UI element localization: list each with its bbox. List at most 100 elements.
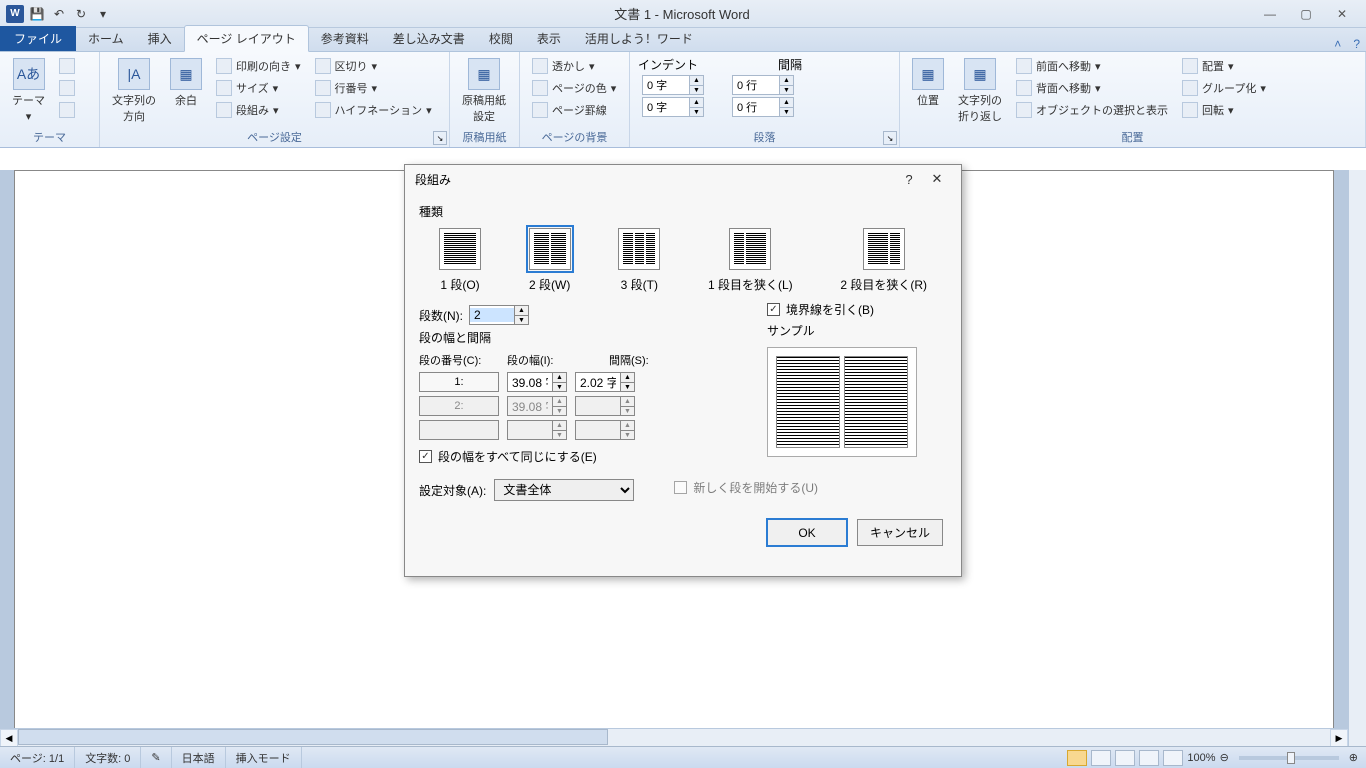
margins-button[interactable]: ▦ 余白 [166,56,206,110]
themes-button[interactable]: Aあ テーマ ▾ [8,56,49,125]
vertical-scrollbar[interactable] [1348,170,1366,746]
spin-down-icon[interactable]: ▼ [620,382,634,391]
hyphenation-button[interactable]: ハイフネーション ▾ [311,100,436,120]
line-numbers-button[interactable]: 行番号 ▾ [311,78,436,98]
ribbon-minimize-icon[interactable]: ˄ [1328,37,1347,51]
ok-button[interactable]: OK [767,519,847,546]
preset-three[interactable]: 3 段(T) [618,228,660,293]
spin-down-icon[interactable]: ▼ [779,107,793,116]
help-icon[interactable]: ? [1347,37,1366,51]
equal-width-checkbox[interactable]: ✓ 段の幅をすべて同じにする(E) [419,448,727,465]
cancel-button[interactable]: キャンセル [857,519,943,546]
status-language[interactable]: 日本語 [172,747,226,768]
spin-down-icon[interactable]: ▼ [779,85,793,94]
dialog-close-button[interactable]: ✕ [923,171,951,187]
indent-left-input[interactable]: ▲▼ [642,75,704,95]
preset-one[interactable]: 1 段(O) [439,228,481,293]
spin-up-icon[interactable]: ▲ [620,373,634,382]
row1-spacing-input[interactable]: ▲▼ [575,372,635,392]
spin-up-icon[interactable]: ▲ [552,373,566,382]
spin-up-icon[interactable]: ▲ [779,98,793,107]
columns-button[interactable]: 段組み ▾ [212,100,305,120]
apply-to-select[interactable]: 文書全体 [494,479,634,501]
status-proofing[interactable]: ✎ [141,747,171,768]
group-button[interactable]: グループ化 ▾ [1178,78,1270,98]
zoom-slider[interactable] [1239,756,1339,760]
spin-down-icon[interactable]: ▼ [552,382,566,391]
tab-insert[interactable]: 挿入 [136,26,184,51]
file-tab[interactable]: ファイル [0,26,76,51]
tab-mailings[interactable]: 差し込み文書 [381,26,477,51]
spacing-after-input[interactable]: ▲▼ [732,97,794,117]
indent-right-input[interactable]: ▲▼ [642,97,704,117]
view-web-layout-button[interactable] [1115,750,1135,766]
rotate-button[interactable]: 回転 ▾ [1178,100,1270,120]
theme-fonts-button[interactable] [55,78,79,98]
size-button[interactable]: サイズ ▾ [212,78,305,98]
preset-two[interactable]: 2 段(W) [529,228,571,293]
zoom-level[interactable]: 100% [1187,752,1215,764]
scroll-track[interactable] [18,729,1330,746]
tab-review[interactable]: 校閲 [477,26,525,51]
zoom-out-button[interactable]: ⊖ [1220,751,1229,764]
line-numbers-icon [315,80,331,96]
undo-icon[interactable]: ↶ [50,5,68,23]
scroll-thumb[interactable] [18,729,608,745]
spin-up-icon[interactable]: ▲ [779,76,793,85]
send-backward-button[interactable]: 背面へ移動 ▾ [1012,78,1172,98]
horizontal-scrollbar[interactable]: ◀ ▶ [0,728,1348,746]
theme-colors-button[interactable] [55,56,79,76]
status-page[interactable]: ページ: 1/1 [0,747,75,768]
theme-effects-button[interactable] [55,100,79,120]
spin-up-icon[interactable]: ▲ [514,306,528,315]
align-button[interactable]: 配置 ▾ [1178,56,1270,76]
spin-down-icon[interactable]: ▼ [689,107,703,116]
close-button[interactable]: ✕ [1328,4,1356,24]
view-draft-button[interactable] [1163,750,1183,766]
orientation-button[interactable]: 印刷の向き ▾ [212,56,305,76]
view-full-screen-button[interactable] [1091,750,1111,766]
page-setup-dialog-launcher[interactable]: ↘ [433,131,447,145]
status-word-count[interactable]: 文字数: 0 [75,747,141,768]
manuscript-button[interactable]: ▦ 原稿用紙 設定 [458,56,510,126]
tab-home[interactable]: ホーム [76,26,136,51]
line-between-checkbox[interactable]: ✓ 境界線を引く(B) [767,301,947,318]
tab-page-layout[interactable]: ページ レイアウト [184,25,309,52]
scroll-right-icon[interactable]: ▶ [1330,729,1348,747]
bring-forward-button[interactable]: 前面へ移動 ▾ [1012,56,1172,76]
spin-down-icon[interactable]: ▼ [514,315,528,324]
spin-down-icon[interactable]: ▼ [689,85,703,94]
page-color-button[interactable]: ページの色 ▾ [528,78,620,98]
spin-up-icon[interactable]: ▲ [689,76,703,85]
spin-up-icon[interactable]: ▲ [689,98,703,107]
preset-right[interactable]: 2 段目を狭く(R) [840,228,927,293]
zoom-slider-thumb[interactable] [1287,752,1295,764]
qat-customize-icon[interactable]: ▾ [94,5,112,23]
watermark-button[interactable]: 透かし ▾ [528,56,620,76]
row1-width-input[interactable]: ▲▼ [507,372,567,392]
dialog-title: 段組み [415,171,451,188]
position-button[interactable]: ▦位置 [908,56,948,110]
paragraph-dialog-launcher[interactable]: ↘ [883,131,897,145]
text-direction-button[interactable]: |A 文字列の 方向 [108,56,160,126]
tab-extra[interactable]: 活用しよう！ワード [573,26,705,51]
selection-pane-button[interactable]: オブジェクトの選択と表示 [1012,100,1172,120]
scroll-left-icon[interactable]: ◀ [0,729,18,747]
num-columns-input[interactable]: ▲▼ [469,305,529,325]
spacing-before-input[interactable]: ▲▼ [732,75,794,95]
wrap-text-button[interactable]: ▦文字列の 折り返し [954,56,1006,126]
page-borders-button[interactable]: ページ罫線 [528,100,620,120]
view-print-layout-button[interactable] [1067,750,1087,766]
status-insert-mode[interactable]: 挿入モード [226,747,302,768]
zoom-in-button[interactable]: ⊕ [1349,751,1358,764]
dialog-help-button[interactable]: ? [895,172,923,187]
view-outline-button[interactable] [1139,750,1159,766]
save-icon[interactable]: 💾 [28,5,46,23]
tab-references[interactable]: 参考資料 [309,26,381,51]
tab-view[interactable]: 表示 [525,26,573,51]
minimize-button[interactable]: — [1256,4,1284,24]
maximize-button[interactable]: ▢ [1292,4,1320,24]
breaks-button[interactable]: 区切り ▾ [311,56,436,76]
redo-icon[interactable]: ↻ [72,5,90,23]
preset-left[interactable]: 1 段目を狭く(L) [708,228,793,293]
